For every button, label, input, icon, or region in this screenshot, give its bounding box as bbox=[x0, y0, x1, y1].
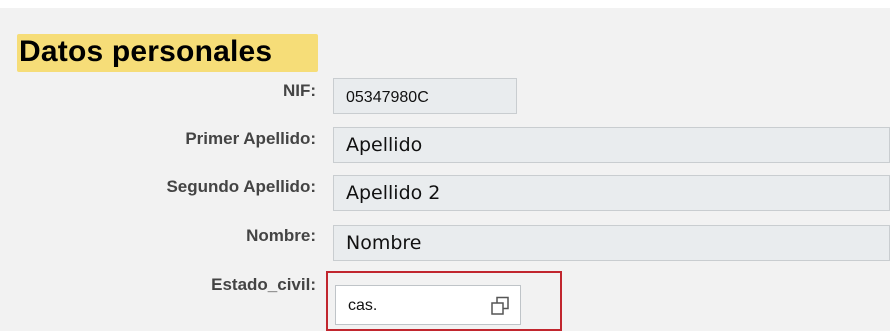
nif-label: NIF: bbox=[282, 81, 316, 100]
top-bar bbox=[0, 0, 890, 8]
section-title-text: Datos personales bbox=[19, 35, 273, 68]
nif-value: 05347980C bbox=[346, 89, 429, 106]
nombre-value: Nombre bbox=[346, 232, 422, 254]
estado-civil-value: cas. bbox=[348, 297, 378, 314]
estado-civil-label: Estado_civil: bbox=[211, 275, 316, 294]
primer-apellido-field[interactable]: Apellido bbox=[333, 127, 890, 163]
segundo-apellido-label: Segundo Apellido: bbox=[166, 177, 316, 196]
estado-civil-select[interactable]: cas. bbox=[335, 285, 521, 325]
primer-apellido-value: Apellido bbox=[346, 134, 423, 156]
nif-field[interactable]: 05347980C bbox=[333, 78, 517, 114]
primer-apellido-label: Primer Apellido: bbox=[185, 129, 316, 148]
segundo-apellido-field[interactable]: Apellido 2 bbox=[333, 175, 890, 211]
segundo-apellido-value: Apellido 2 bbox=[346, 182, 441, 204]
nombre-field[interactable]: Nombre bbox=[333, 225, 890, 261]
value-help-icon[interactable] bbox=[490, 296, 510, 316]
section-title: Datos personales bbox=[17, 34, 318, 72]
nombre-label: Nombre: bbox=[246, 226, 316, 245]
